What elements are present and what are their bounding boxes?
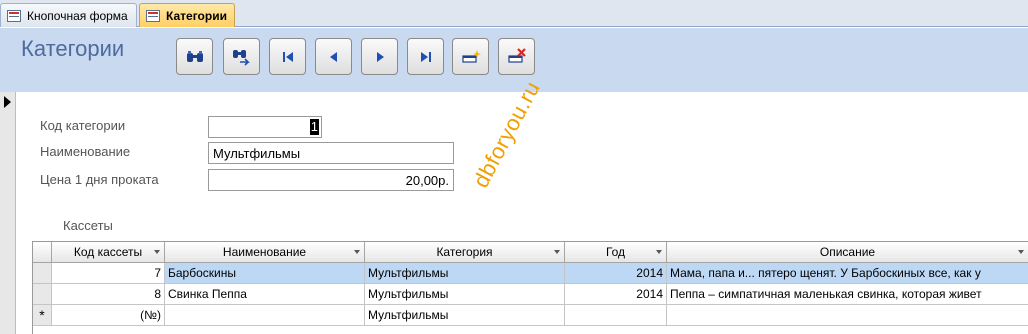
row-selector[interactable] (33, 284, 52, 305)
table-row[interactable]: 7 Барбоскины Мультфильмы 2014 Мама, папа… (33, 263, 1028, 284)
cell-description[interactable]: Мама, папа и... пятеро щенят. У Барбоски… (667, 263, 1028, 284)
dropdown-arrow-icon[interactable] (554, 250, 560, 254)
cell-code[interactable]: 7 (52, 263, 165, 284)
name-label: Наименование (40, 144, 131, 159)
cell-code[interactable]: 8 (52, 284, 165, 305)
current-record-arrow-icon (4, 96, 11, 108)
form-header: Категории (0, 28, 1028, 92)
find-icon (186, 50, 203, 62)
tab-label: Кнопочная форма (27, 8, 128, 23)
form-icon (7, 9, 21, 22)
watermark: dbforyou.ru (468, 76, 545, 192)
code-value: 1 (309, 119, 319, 135)
tab-label: Категории (166, 8, 227, 23)
document-tab-bar: Кнопочная форма Категории (0, 0, 1028, 27)
next-record-button[interactable] (361, 38, 398, 75)
table-row[interactable]: 8 Свинка Пеппа Мультфильмы 2014 Пеппа – … (33, 284, 1028, 305)
next-record-icon (376, 51, 384, 62)
dropdown-arrow-icon[interactable] (354, 250, 360, 254)
record-selector[interactable] (0, 92, 16, 334)
cell-description[interactable] (667, 305, 1028, 326)
new-row-marker[interactable]: * (33, 305, 52, 326)
cell-category[interactable]: Мультфильмы (365, 263, 565, 284)
cell-year[interactable]: 2014 (565, 284, 667, 305)
dropdown-arrow-icon[interactable] (154, 250, 160, 254)
select-all-corner[interactable] (33, 242, 52, 263)
first-record-button[interactable] (269, 38, 306, 75)
dropdown-arrow-icon[interactable] (1018, 250, 1024, 254)
delete-record-button[interactable] (498, 38, 535, 75)
form-icon (146, 9, 160, 22)
new-record-row[interactable]: * (№) Мультфильмы (33, 305, 1028, 326)
first-record-icon (282, 51, 293, 62)
last-record-icon (420, 51, 431, 62)
find-next-icon (232, 49, 250, 66)
cell-description[interactable]: Пеппа – симпатичная маленькая свинка, ко… (667, 284, 1028, 305)
name-field[interactable]: Мультфильмы (208, 142, 454, 164)
column-header-code[interactable]: Код кассеты (52, 242, 165, 263)
form-title: Категории (21, 36, 125, 61)
cell-name[interactable] (165, 305, 365, 326)
column-header-description[interactable]: Описание (667, 242, 1028, 263)
delete-record-icon (507, 47, 526, 63)
code-label: Код категории (40, 118, 126, 133)
new-record-icon (461, 49, 481, 63)
last-record-button[interactable] (407, 38, 444, 75)
header-row: Код кассеты Наименование Категория Год О… (33, 242, 1028, 263)
price-label: Цена 1 дня проката (40, 172, 159, 187)
previous-record-icon (329, 51, 337, 62)
cassettes-datasheet: Код кассеты Наименование Категория Год О… (32, 241, 1028, 334)
column-header-name[interactable]: Наименование (165, 242, 365, 263)
cell-year[interactable]: 2014 (565, 263, 667, 284)
previous-record-button[interactable] (315, 38, 352, 75)
price-field[interactable]: 20,00р. (208, 169, 454, 191)
find-button[interactable] (176, 38, 213, 75)
cell-category[interactable]: Мультфильмы (365, 284, 565, 305)
new-record-button[interactable] (452, 38, 489, 75)
column-header-category[interactable]: Категория (365, 242, 565, 263)
cell-year[interactable] (565, 305, 667, 326)
code-field[interactable]: 1 (208, 116, 322, 138)
dropdown-arrow-icon[interactable] (656, 250, 662, 254)
column-header-year[interactable]: Год (565, 242, 667, 263)
cell-name[interactable]: Свинка Пеппа (165, 284, 365, 305)
tab-categories[interactable]: Категории (139, 3, 235, 27)
tab-switchboard[interactable]: Кнопочная форма (0, 3, 137, 27)
find-next-button[interactable] (223, 38, 260, 75)
cell-category[interactable]: Мультфильмы (365, 305, 565, 326)
row-selector[interactable] (33, 263, 52, 284)
subform-caption: Кассеты (63, 218, 113, 233)
cell-name[interactable]: Барбоскины (165, 263, 365, 284)
cell-code[interactable]: (№) (52, 305, 165, 326)
